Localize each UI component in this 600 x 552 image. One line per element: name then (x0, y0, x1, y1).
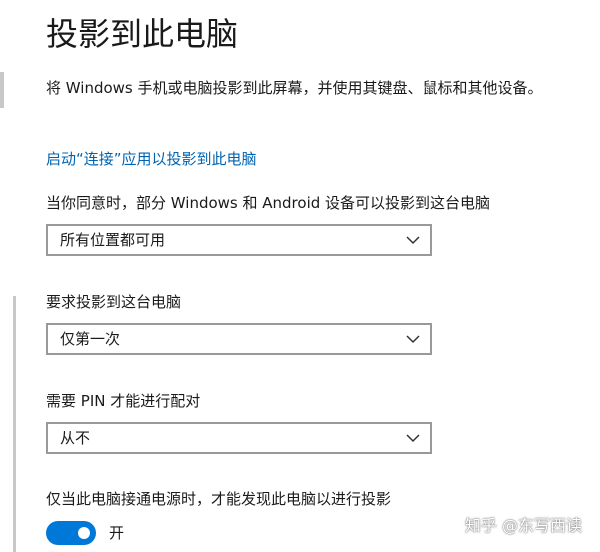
power-only-toggle[interactable] (46, 521, 96, 545)
pin-required-value: 从不 (60, 429, 91, 447)
pin-required-dropdown[interactable]: 从不 (46, 422, 432, 454)
watermark: 知乎 @东写西读 (464, 516, 582, 535)
chevron-down-icon (406, 335, 420, 344)
power-only-state: 开 (109, 524, 125, 542)
scrollbar[interactable] (13, 296, 16, 552)
toggle-knob (78, 527, 90, 539)
chevron-down-icon (406, 236, 420, 245)
connect-app-link[interactable]: 启动“连接”应用以投影到此电脑 (46, 147, 257, 171)
page-title: 投影到此电脑 (46, 15, 239, 53)
availability-value: 所有位置都可用 (60, 231, 166, 249)
availability-label: 当你同意时，部分 Windows 和 Android 设备可以投影到这台电脑 (46, 194, 491, 212)
availability-dropdown[interactable]: 所有位置都可用 (46, 224, 432, 256)
pin-required-label: 需要 PIN 才能进行配对 (46, 392, 201, 410)
chevron-down-icon (406, 434, 420, 443)
ask-to-project-value: 仅第一次 (60, 330, 121, 348)
scrollbar-top[interactable] (0, 72, 4, 108)
power-only-label: 仅当此电脑接通电源时，才能发现此电脑以进行投影 (46, 490, 392, 508)
page-description: 将 Windows 手机或电脑投影到此屏幕，并使用其键盘、鼠标和其他设备。 (46, 79, 543, 97)
ask-to-project-dropdown[interactable]: 仅第一次 (46, 323, 432, 355)
ask-to-project-label: 要求投影到这台电脑 (46, 293, 182, 311)
